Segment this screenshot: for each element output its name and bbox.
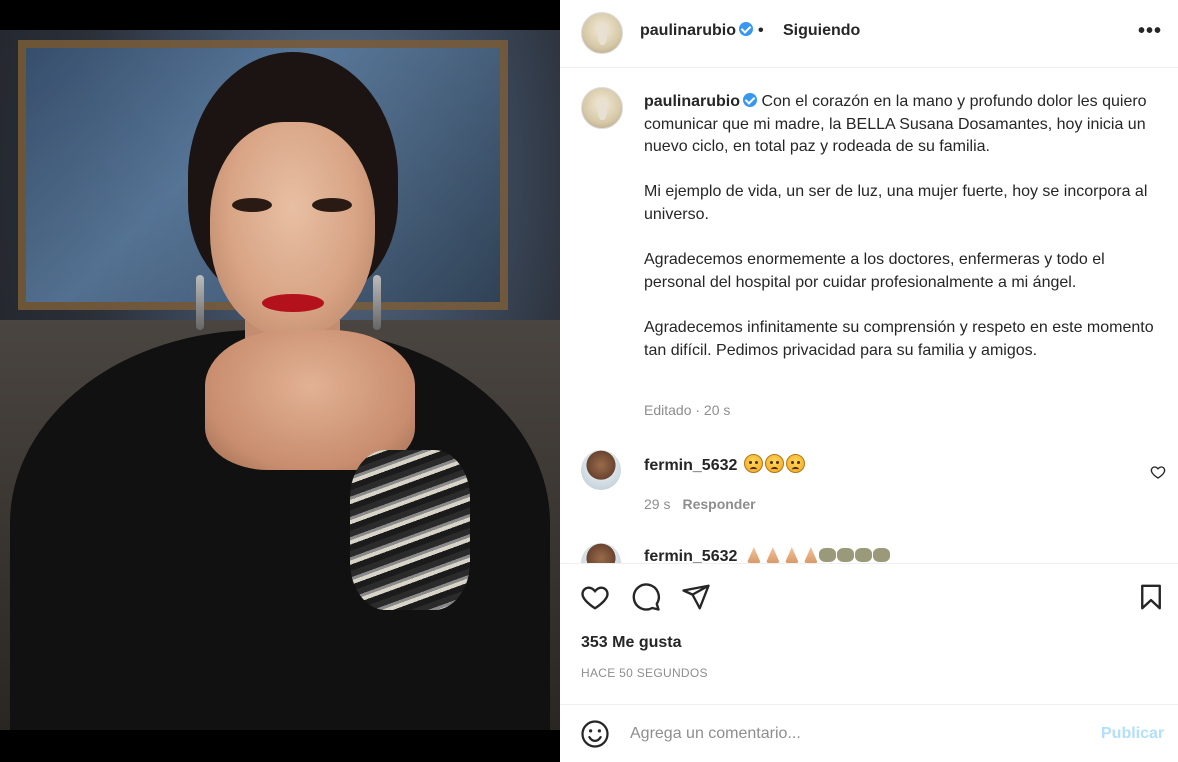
sad-face-icon [764, 454, 784, 473]
verified-badge-icon [739, 22, 753, 36]
post-media[interactable] [0, 0, 560, 762]
commenter-avatar[interactable] [581, 543, 621, 563]
post-details-panel: paulinarubio • Siguiendo ••• paulinarubi… [560, 0, 1178, 762]
photo-lips [262, 294, 324, 312]
owner-username[interactable]: paulinarubio [640, 22, 753, 40]
sad-face-icon [743, 454, 763, 473]
save-bookmark-icon[interactable] [1136, 582, 1166, 612]
earring-right [373, 275, 381, 330]
commenter-avatar[interactable] [581, 450, 621, 490]
comment-username[interactable]: fermin_5632 [644, 457, 737, 474]
owner-username-text[interactable]: paulinarubio [640, 22, 736, 39]
post-timestamp[interactable]: HACE 50 SEGUNDOS [581, 666, 708, 680]
likes-count[interactable]: 353 Me gusta [581, 634, 681, 652]
caption-meta: Editado · 20 s [644, 402, 731, 418]
heart-emoji-icon [836, 548, 854, 562]
post-header: paulinarubio • Siguiendo ••• [560, 0, 1178, 68]
post-actions: 353 Me gusta HACE 50 SEGUNDOS Publicar [560, 563, 1178, 762]
comment-text: fermin_5632 [644, 454, 805, 475]
comment-icon[interactable] [631, 582, 661, 612]
photo-hands [205, 330, 415, 470]
heart-emoji-icon [872, 548, 890, 562]
reply-button[interactable]: Responder [682, 496, 755, 512]
like-heart-icon[interactable] [580, 582, 610, 612]
comment-input[interactable] [630, 719, 1080, 749]
more-options-icon[interactable]: ••• [1138, 20, 1162, 43]
follow-separator: • [758, 22, 764, 39]
comment-like-heart-icon[interactable] [1150, 464, 1166, 480]
praying-hands-icon [765, 547, 780, 563]
praying-hands-icon [784, 547, 799, 563]
comment-username[interactable]: fermin_5632 [644, 548, 737, 563]
sad-face-icon [785, 454, 805, 473]
praying-hands-icon [803, 547, 818, 563]
verified-badge-icon [743, 93, 757, 107]
comment-meta: 29 s Responder [644, 496, 756, 512]
comment-text: fermin_5632 [644, 547, 890, 563]
caption-username-text[interactable]: paulinarubio [644, 93, 740, 110]
owner-avatar[interactable] [581, 12, 623, 54]
photo-eye-left [232, 198, 272, 212]
heart-emoji-icon [818, 548, 836, 562]
comment-time: 29 s [644, 496, 671, 512]
caption-username[interactable]: paulinarubio [644, 93, 757, 110]
earring-left [196, 275, 204, 330]
caption-body: Con el corazón en la mano y profundo dol… [644, 93, 1154, 359]
photo-bracelets [350, 450, 470, 610]
add-comment-bar: Publicar [560, 704, 1178, 762]
heart-emoji-icon [854, 548, 872, 562]
publish-button[interactable]: Publicar [1101, 725, 1164, 743]
following-button[interactable]: Siguiendo [783, 22, 860, 40]
praying-hands-icon [746, 547, 761, 563]
emoji-smile-icon[interactable] [580, 719, 610, 749]
comments-section[interactable]: paulinarubio Con el corazón en la mano y… [560, 69, 1178, 563]
share-send-icon[interactable] [681, 582, 711, 612]
post-photo[interactable] [0, 30, 560, 730]
caption-text: paulinarubio Con el corazón en la mano y… [644, 91, 1154, 362]
caption-avatar[interactable] [581, 87, 623, 129]
photo-eye-right [312, 198, 352, 212]
